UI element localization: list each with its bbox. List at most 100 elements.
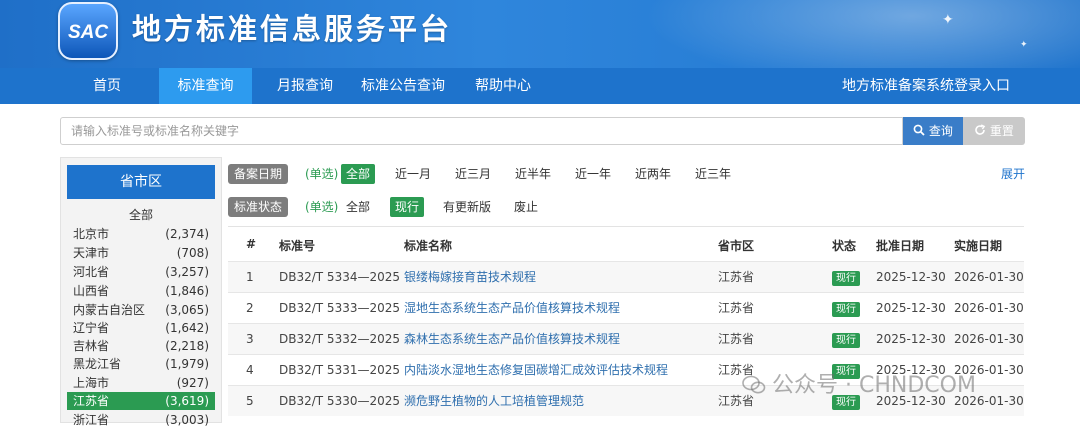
province-count: (3,619) bbox=[165, 394, 209, 408]
header-glow bbox=[600, 0, 1080, 68]
row-name-link[interactable]: 森林生态系统生态产品价值核算技术规程 bbox=[404, 324, 620, 355]
date-option-6m[interactable]: 近半年 bbox=[510, 164, 556, 184]
sidebar-item-province[interactable]: 黑龙江省 (1,979) bbox=[67, 355, 215, 373]
search-input[interactable]: 请输入标准号或标准名称关键字 bbox=[60, 117, 903, 145]
status-option-updated[interactable]: 有更新版 bbox=[438, 197, 496, 217]
province-count: (3,257) bbox=[165, 265, 209, 279]
sidebar-item-province[interactable]: 辽宁省 (1,642) bbox=[67, 319, 215, 337]
nav-standard-query[interactable]: 标准查询 bbox=[159, 68, 252, 104]
row-name-link[interactable]: 内陆淡水湿地生态修复固碳增汇成效评估技术规程 bbox=[404, 355, 668, 386]
date-filter-hint: (单选) bbox=[305, 167, 339, 181]
province-count: (2,218) bbox=[165, 339, 209, 353]
wechat-icon bbox=[742, 375, 766, 395]
date-option-2y[interactable]: 近两年 bbox=[630, 164, 676, 184]
row-index: 2 bbox=[246, 301, 254, 315]
sidebar-item-province-active[interactable]: 江苏省 (3,619) bbox=[67, 392, 215, 410]
date-option-3m[interactable]: 近三月 bbox=[450, 164, 496, 184]
reset-icon bbox=[974, 124, 990, 138]
province-name: 内蒙古自治区 bbox=[73, 303, 146, 317]
row-name-link[interactable]: 濒危野生植物的人工培植管理规范 bbox=[404, 386, 584, 417]
sidebar-item-province[interactable]: 北京市 (2,374) bbox=[67, 225, 215, 243]
search-icon bbox=[913, 124, 929, 138]
province-name: 天津市 bbox=[73, 246, 110, 260]
filing-system-login-link[interactable]: 地方标准备案系统登录入口 bbox=[842, 68, 1010, 104]
main-nav: 首页 标准查询 月报查询 标准公告查询 帮助中心 地方标准备案系统登录入口 bbox=[0, 68, 1080, 104]
date-option-1y[interactable]: 近一年 bbox=[570, 164, 616, 184]
logo-text: SAC bbox=[67, 22, 109, 43]
row-implement-date: 2026-01-30 bbox=[954, 270, 1024, 284]
row-index: 5 bbox=[246, 394, 254, 408]
row-approve-date: 2025-12-30 bbox=[876, 332, 946, 346]
row-region: 江苏省 bbox=[718, 332, 755, 346]
status-filter-label: 标准状态 bbox=[228, 197, 289, 217]
sac-logo[interactable]: SAC bbox=[58, 2, 118, 60]
date-option-3y[interactable]: 近三年 bbox=[690, 164, 736, 184]
province-name: 山西省 bbox=[73, 284, 110, 298]
sidebar-item-province[interactable]: 浙江省 (3,003) bbox=[67, 411, 215, 429]
row-index: 4 bbox=[246, 363, 254, 377]
row-name-link[interactable]: 银缕梅嫁接育苗技术规程 bbox=[404, 262, 536, 293]
col-implement-date[interactable]: 实施日期 bbox=[954, 237, 1002, 254]
sidebar-item-province[interactable]: 山西省 (1,846) bbox=[67, 282, 215, 300]
nav-help-center[interactable]: 帮助中心 bbox=[460, 68, 546, 104]
status-option-current[interactable]: 现行 bbox=[390, 197, 425, 217]
province-name: 吉林省 bbox=[73, 339, 110, 353]
status-option-abolished[interactable]: 废止 bbox=[509, 197, 543, 217]
search-button-label: 查询 bbox=[928, 124, 953, 138]
row-code: DB32/T 5334—2025 bbox=[279, 270, 401, 284]
col-region[interactable]: 省市区 bbox=[718, 237, 754, 254]
nav-monthly-report[interactable]: 月报查询 bbox=[258, 68, 352, 104]
expand-link[interactable]: 展开 bbox=[1001, 166, 1025, 182]
sidebar-item-province[interactable]: 天津市 (708) bbox=[67, 244, 215, 262]
sidebar-item-all[interactable]: 全部 bbox=[61, 206, 221, 223]
province-name: 上海市 bbox=[73, 376, 110, 390]
sparkle-icon: ✦ bbox=[1020, 40, 1028, 50]
province-name: 江苏省 bbox=[73, 394, 110, 408]
site-title: 地方标准信息服务平台 bbox=[132, 12, 453, 46]
sidebar-item-province[interactable]: 吉林省 (2,218) bbox=[67, 337, 215, 355]
row-implement-date: 2026-01-30 bbox=[954, 301, 1024, 315]
row-code: DB32/T 5331—2025 bbox=[279, 363, 401, 377]
col-status[interactable]: 状态 bbox=[832, 237, 856, 254]
province-count: (1,846) bbox=[165, 284, 209, 298]
province-name: 黑龙江省 bbox=[73, 357, 122, 371]
table-row[interactable]: 1 DB32/T 5334—2025 银缕梅嫁接育苗技术规程 江苏省 现行 20… bbox=[228, 261, 1024, 292]
row-code: DB32/T 5330—2025 bbox=[279, 394, 401, 408]
province-count: (708) bbox=[176, 246, 209, 260]
col-approve-date[interactable]: 批准日期 bbox=[876, 237, 924, 254]
nav-home[interactable]: 首页 bbox=[60, 68, 154, 104]
search-button[interactable]: 查询 bbox=[903, 117, 963, 145]
province-count: (927) bbox=[176, 376, 209, 390]
row-region: 江苏省 bbox=[718, 270, 755, 284]
sparkle-icon: ✦ bbox=[942, 12, 954, 28]
sidebar-item-province[interactable]: 内蒙古自治区 (3,065) bbox=[67, 301, 215, 319]
status-option-all[interactable]: 全部 bbox=[341, 197, 375, 217]
province-name: 河北省 bbox=[73, 265, 110, 279]
province-sidebar: 省市区 全部 北京市 (2,374) 天津市 (708) 河北省 (3,257)… bbox=[60, 157, 222, 427]
wechat-watermark: 公众号 · CHNDCOM bbox=[742, 367, 976, 398]
table-row[interactable]: 3 DB32/T 5332—2025 森林生态系统生态产品价值核算技术规程 江苏… bbox=[228, 323, 1024, 354]
row-index: 3 bbox=[246, 332, 254, 346]
province-count: (2,374) bbox=[165, 227, 209, 241]
col-name[interactable]: 标准名称 bbox=[404, 237, 452, 254]
province-name: 辽宁省 bbox=[73, 321, 110, 335]
row-code: DB32/T 5332—2025 bbox=[279, 332, 401, 346]
status-badge: 现行 bbox=[832, 333, 860, 348]
sidebar-item-province[interactable]: 上海市 (927) bbox=[67, 374, 215, 392]
date-option-1m[interactable]: 近一月 bbox=[390, 164, 436, 184]
province-count: (3,003) bbox=[165, 413, 209, 427]
table-row[interactable]: 2 DB32/T 5333—2025 湿地生态系统生态产品价值核算技术规程 江苏… bbox=[228, 292, 1024, 323]
reset-button[interactable]: 重置 bbox=[963, 117, 1025, 145]
status-filter-hint: (单选) bbox=[305, 200, 339, 214]
date-filter-label: 备案日期 bbox=[228, 164, 289, 184]
nav-announcement-query[interactable]: 标准公告查询 bbox=[352, 68, 454, 104]
row-region: 江苏省 bbox=[718, 301, 755, 315]
sidebar-item-province[interactable]: 河北省 (3,257) bbox=[67, 263, 215, 281]
col-index: # bbox=[246, 237, 257, 251]
col-code[interactable]: 标准号 bbox=[279, 237, 315, 254]
status-badge: 现行 bbox=[832, 302, 860, 317]
row-name-link[interactable]: 湿地生态系统生态产品价值核算技术规程 bbox=[404, 293, 620, 324]
province-name: 北京市 bbox=[73, 227, 110, 241]
province-count: (1,979) bbox=[165, 357, 209, 371]
date-option-all[interactable]: 全部 bbox=[341, 164, 376, 184]
